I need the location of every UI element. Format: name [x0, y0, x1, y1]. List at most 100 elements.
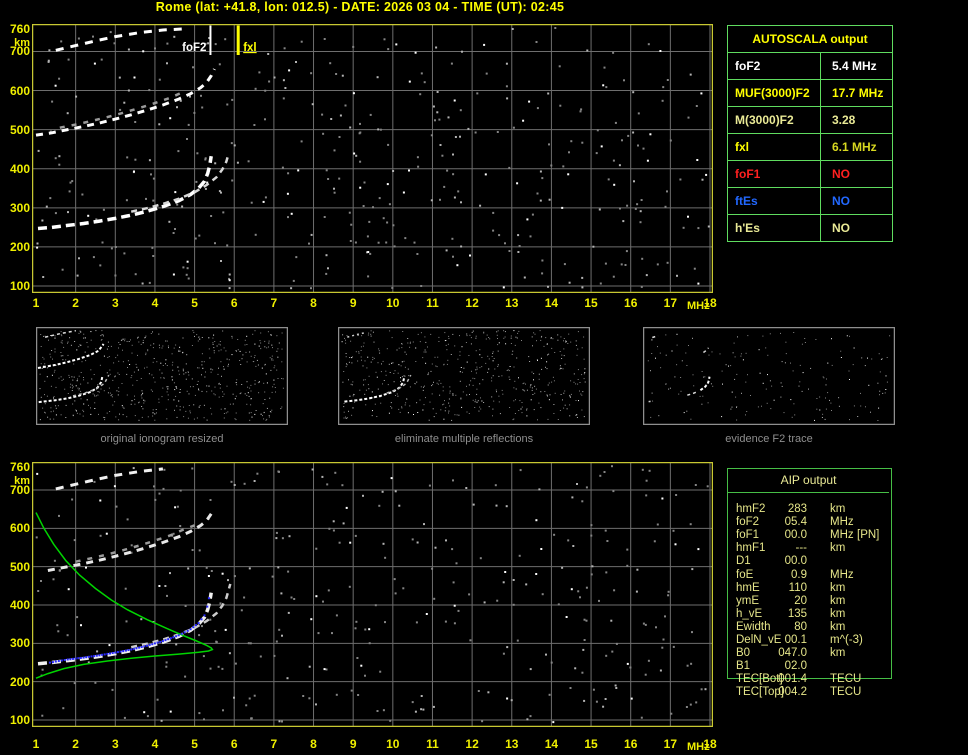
scaled-point [153, 642, 156, 645]
trace-hop2-fragment [702, 347, 710, 354]
trace-F2-o-trace [38, 375, 104, 404]
scaled-point [200, 618, 203, 621]
scaled-point [159, 640, 162, 643]
scaled-point [98, 654, 101, 657]
trace-topleft-fragment [652, 335, 659, 339]
aip-label: foE [736, 568, 754, 581]
x-tick-label: 8 [310, 296, 317, 310]
scaled-point [197, 622, 200, 625]
autoscala-param-value: NO [832, 167, 850, 181]
thumbnail-caption-evidence: evidence F2 trace [725, 433, 813, 445]
aip-unit: TECU [830, 686, 862, 699]
aip-row-tectop: TEC[Top] 004.2 TECU [727, 686, 890, 699]
aip-row-hmf1: hmF1 --- km [727, 542, 890, 555]
scaled-point [164, 639, 167, 642]
x-tick-label: 11 [426, 296, 439, 310]
autoscala-param-value: 3.28 [832, 113, 856, 127]
autoscala-row-muf3000f2: MUF(3000)F2 17.7 MHz [728, 80, 892, 107]
y-tick-label: 400 [9, 598, 30, 612]
autoscala-param-value: 5.4 MHz [832, 59, 877, 73]
scaled-point [51, 661, 54, 664]
aip-unit: km [830, 503, 846, 515]
scaled-point [169, 637, 172, 640]
aip-row-yme: ymE 20 km [727, 595, 890, 608]
scaled-point [95, 654, 98, 657]
x-tick-label: 14 [544, 296, 559, 310]
x-tick-label: 6 [230, 296, 238, 310]
x-tick-label: 13 [505, 737, 519, 751]
x-tick-label: 10 [386, 296, 400, 310]
y-axis-unit-km: km [14, 37, 30, 49]
aip-value: 00.0 [784, 529, 807, 542]
x-tick-label: 9 [349, 737, 357, 751]
aip-unit: MHz [830, 568, 854, 581]
trace-F2-x-trace [130, 154, 230, 213]
scaled-point [148, 643, 151, 646]
aip-label: ymE [736, 594, 759, 607]
x-tick-label: 15 [584, 296, 598, 310]
trace-F2-x-trace [130, 583, 232, 649]
scaled-point [138, 646, 141, 649]
main-ionogram-plot: foF2 fxl [32, 24, 713, 293]
aip-value: 047.0 [778, 647, 807, 660]
scaled-point [161, 640, 164, 643]
aip-unit: TECU [830, 673, 862, 686]
x-tick-label: 12 [465, 737, 479, 751]
y-tick-label: 760 [9, 22, 30, 36]
x-tick-label: 17 [663, 296, 678, 310]
aip-label: hmF2 [736, 503, 766, 515]
scaled-point [207, 597, 210, 600]
scaled-point [156, 641, 159, 644]
y-tick-label: 760 [9, 460, 30, 474]
scaled-point [203, 614, 206, 617]
scaled-point [60, 659, 63, 662]
scaled-point [116, 651, 119, 654]
scaled-point [146, 644, 148, 647]
scaled-point [57, 660, 60, 662]
y-tick-label: 100 [9, 713, 30, 727]
x-tick-label: 17 [663, 737, 678, 751]
y-tick-label: 300 [9, 200, 30, 215]
marker-label-foF2: foF2 [182, 42, 206, 54]
scaled-point [79, 656, 82, 659]
x-tick-label: 18 [703, 296, 717, 310]
aip-unit: km [830, 620, 846, 633]
x-tick-label: 5 [191, 296, 198, 310]
aip-unit: km [830, 594, 846, 607]
autoscala-param-label: MUF(3000)F2 [728, 80, 821, 106]
scaled-point [103, 653, 106, 656]
x-tick-label: 18 [703, 737, 717, 751]
y-tick-label: 400 [9, 161, 30, 176]
aip-row-hme: hmE 110 km [727, 582, 890, 595]
aip-label: foF1 [736, 529, 760, 542]
aip-value: 05.4 [784, 516, 807, 529]
scaled-point [183, 631, 186, 634]
trace-third-hop-trace [45, 329, 77, 338]
aip-unit: km [830, 607, 846, 620]
thumbnail-eliminate-multiples [338, 327, 590, 425]
x-tick-label: 15 [584, 737, 598, 751]
scaled-point [93, 655, 96, 658]
scaled-point [72, 657, 74, 660]
trace-F2-o-trace [344, 375, 406, 403]
aip-unit: MHz [830, 529, 854, 542]
x-tick-label: 5 [191, 737, 198, 751]
aip-label: foF2 [736, 516, 760, 529]
x-axis-unit-mhz: MHz [687, 741, 710, 753]
aip-row-tecbot: TEC[Bot] 001.4 TECU [727, 673, 890, 686]
scaled-point [151, 643, 154, 646]
autoscala-param-label: ftEs [728, 188, 821, 214]
scaled-point [175, 635, 178, 638]
autoscala-param-value: 17.7 MHz [832, 86, 884, 100]
aip-value: 80 [794, 620, 807, 633]
aip-unit: km [830, 542, 846, 555]
aip-value: --- [795, 542, 808, 555]
aip-value: 02.0 [784, 660, 807, 673]
scaled-point [167, 638, 170, 641]
trace-F2-mid-fragment [687, 391, 698, 396]
y-tick-label: 500 [9, 559, 30, 574]
thumbnail-evidence-f2 [643, 327, 895, 425]
aip-value: 00.0 [784, 555, 807, 568]
scaled-point [124, 649, 127, 652]
aip-panel-title: AIP output [780, 473, 837, 487]
